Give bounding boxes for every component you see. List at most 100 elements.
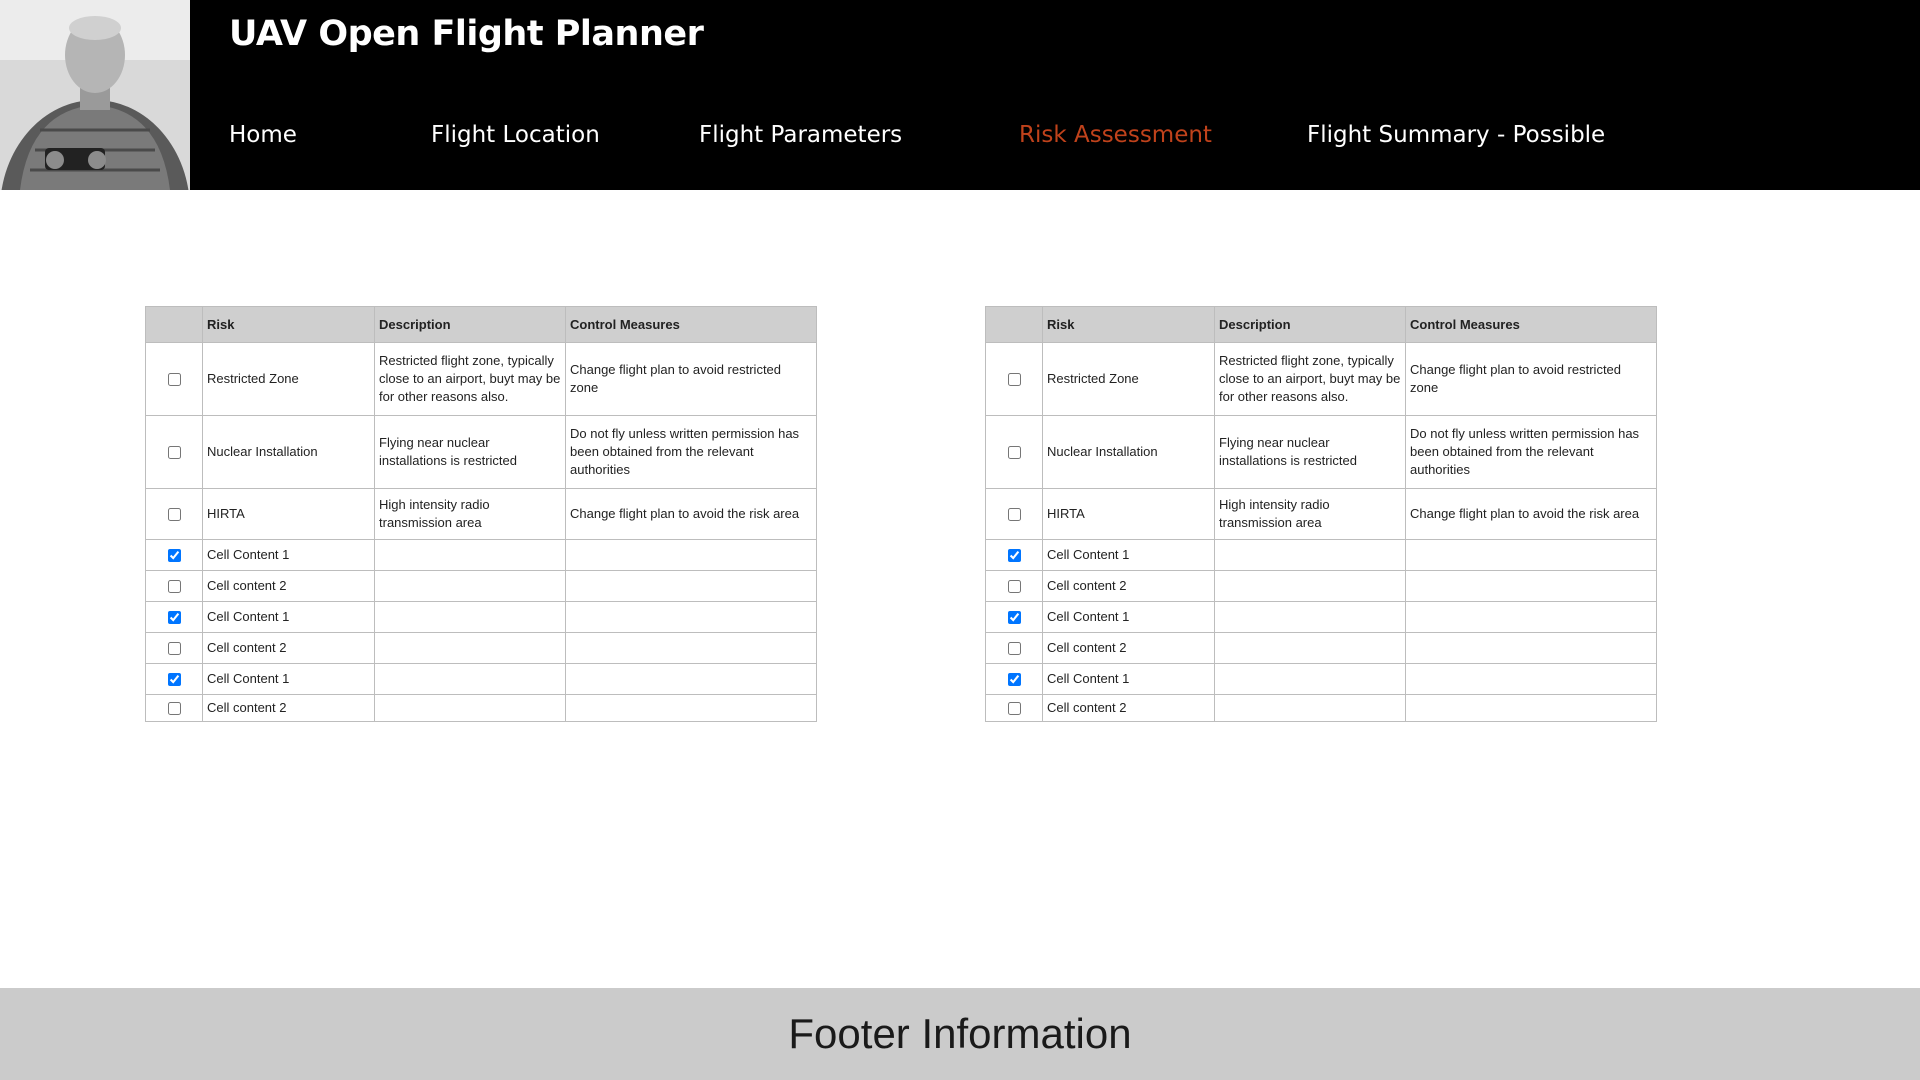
description-cell: Flying near nuclear installations is res… [374, 415, 566, 489]
row-checkbox[interactable] [1007, 446, 1021, 460]
description-cell: Restricted flight zone, typically close … [1214, 342, 1406, 416]
nav-item-home[interactable]: Home [229, 122, 297, 148]
description-cell: High intensity radio transmission area [374, 488, 566, 540]
control-cell [565, 570, 817, 602]
risk-cell: Cell content 2 [202, 632, 375, 664]
header-risk: Risk [1042, 306, 1215, 343]
risk-cell: Nuclear Installation [202, 415, 375, 489]
risk-cell: Cell Content 1 [1042, 601, 1215, 633]
header-description: Description [374, 306, 566, 343]
row-checkbox[interactable] [1007, 373, 1021, 387]
description-cell [1214, 601, 1406, 633]
row-checkbox[interactable] [167, 446, 181, 460]
nav-item-risk-assessment[interactable]: Risk Assessment [1019, 122, 1212, 148]
row-checkbox[interactable] [1007, 702, 1021, 716]
risk-cell: Cell content 2 [1042, 694, 1215, 722]
risk-cell: Cell Content 1 [202, 601, 375, 633]
control-cell [565, 663, 817, 695]
row-checkbox[interactable] [1007, 580, 1021, 594]
table-row: Nuclear Installation Flying near nuclear… [145, 415, 817, 489]
description-cell [374, 601, 566, 633]
row-checkbox[interactable] [167, 702, 181, 716]
control-cell [1405, 539, 1657, 571]
control-cell [1405, 601, 1657, 633]
control-cell: Do not fly unless written permission has… [1405, 415, 1657, 489]
row-checkbox[interactable] [167, 611, 181, 625]
description-cell: High intensity radio transmission area [1214, 488, 1406, 540]
control-cell [1405, 632, 1657, 664]
description-cell [374, 694, 566, 722]
row-checkbox[interactable] [1007, 642, 1021, 656]
description-cell: Restricted flight zone, typically close … [374, 342, 566, 416]
table-row: Cell Content 1 [985, 539, 1657, 571]
risk-cell: Cell content 2 [1042, 632, 1215, 664]
row-checkbox[interactable] [167, 508, 181, 522]
table-row: Cell Content 1 [985, 601, 1657, 633]
risk-cell: Cell Content 1 [1042, 539, 1215, 571]
header-select [985, 306, 1043, 343]
description-cell [374, 570, 566, 602]
table-row: Cell content 2 [985, 694, 1657, 722]
row-checkbox[interactable] [167, 580, 181, 594]
description-cell [374, 539, 566, 571]
nav-item-flight-summary[interactable]: Flight Summary - Possible [1307, 122, 1605, 148]
risk-cell: Cell content 2 [202, 694, 375, 722]
control-cell [1405, 570, 1657, 602]
row-checkbox[interactable] [1007, 549, 1021, 563]
control-cell: Change flight plan to avoid restricted z… [1405, 342, 1657, 416]
description-cell: Flying near nuclear installations is res… [1214, 415, 1406, 489]
app-title: UAV Open Flight Planner [229, 14, 704, 54]
header-control-measures: Control Measures [1405, 306, 1657, 343]
main-nav: Home Flight Location Flight Parameters R… [0, 122, 1920, 162]
risk-cell: Cell content 2 [1042, 570, 1215, 602]
footer: Footer Information [0, 988, 1920, 1080]
table-row: Cell content 2 [145, 570, 817, 602]
header-control-measures: Control Measures [565, 306, 817, 343]
description-cell [374, 663, 566, 695]
risk-cell: Cell content 2 [202, 570, 375, 602]
table-row: HIRTA High intensity radio transmission … [985, 488, 1657, 540]
header: UAV Open Flight Planner Home Flight Loca… [0, 0, 1920, 190]
control-cell: Change flight plan to avoid restricted z… [565, 342, 817, 416]
control-cell [1405, 694, 1657, 722]
nav-item-flight-parameters[interactable]: Flight Parameters [699, 122, 902, 148]
table-header-row: Risk Description Control Measures [985, 306, 1657, 343]
risk-cell: Restricted Zone [202, 342, 375, 416]
risk-cell: Cell Content 1 [1042, 663, 1215, 695]
row-checkbox[interactable] [167, 642, 181, 656]
description-cell [1214, 694, 1406, 722]
table-row: Cell content 2 [985, 570, 1657, 602]
footer-text: Footer Information [788, 1010, 1132, 1057]
control-cell [565, 601, 817, 633]
control-cell [565, 632, 817, 664]
row-checkbox[interactable] [1007, 508, 1021, 522]
table-row: Cell Content 1 [985, 663, 1657, 695]
control-cell [565, 694, 817, 722]
header-select [145, 306, 203, 343]
table-row: Restricted Zone Restricted flight zone, … [985, 342, 1657, 416]
control-cell [1405, 663, 1657, 695]
control-cell: Change flight plan to avoid the risk are… [565, 488, 817, 540]
description-cell [1214, 632, 1406, 664]
row-checkbox[interactable] [1007, 673, 1021, 687]
row-checkbox[interactable] [167, 549, 181, 563]
risk-cell: Cell Content 1 [202, 663, 375, 695]
table-header-row: Risk Description Control Measures [145, 306, 817, 343]
table-row: HIRTA High intensity radio transmission … [145, 488, 817, 540]
risk-cell: HIRTA [202, 488, 375, 540]
table-row: Cell content 2 [145, 694, 817, 722]
row-checkbox[interactable] [167, 373, 181, 387]
row-checkbox[interactable] [167, 673, 181, 687]
description-cell [374, 632, 566, 664]
risk-table-right: Risk Description Control Measures Restri… [985, 306, 1657, 722]
risk-cell: Restricted Zone [1042, 342, 1215, 416]
description-cell [1214, 539, 1406, 571]
nav-item-flight-location[interactable]: Flight Location [431, 122, 600, 148]
risk-cell: Nuclear Installation [1042, 415, 1215, 489]
table-row: Cell Content 1 [145, 539, 817, 571]
table-row: Cell Content 1 [145, 601, 817, 633]
control-cell: Change flight plan to avoid the risk are… [1405, 488, 1657, 540]
table-row: Cell content 2 [145, 632, 817, 664]
row-checkbox[interactable] [1007, 611, 1021, 625]
header-description: Description [1214, 306, 1406, 343]
